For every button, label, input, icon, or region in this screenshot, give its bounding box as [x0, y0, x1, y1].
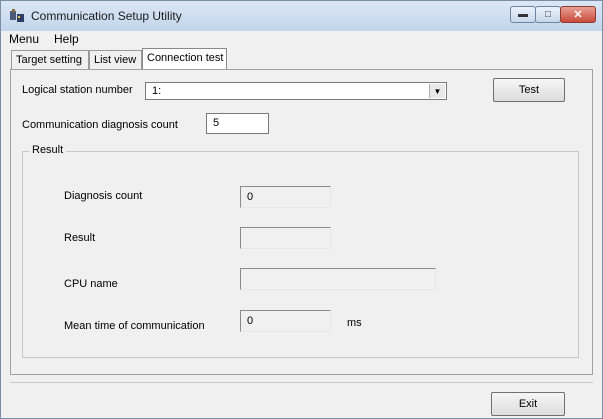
maximize-icon: □ — [544, 9, 552, 20]
app-window: Communication Setup Utility ▬ □ ✕ Menu H… — [0, 0, 603, 419]
diag-count-input[interactable]: 5 — [206, 113, 269, 134]
tab-connection-test[interactable]: Connection test — [142, 48, 227, 69]
exit-button[interactable]: Exit — [491, 392, 565, 416]
diag-count-label: Communication diagnosis count — [22, 119, 178, 131]
tab-target-setting[interactable]: Target setting — [11, 50, 89, 69]
mean-time-field: 0 — [240, 310, 331, 332]
mean-time-label: Mean time of communication — [64, 320, 205, 332]
window-title: Communication Setup Utility — [31, 9, 182, 23]
logical-station-value: 1: — [152, 85, 162, 97]
caption-buttons: ▬ □ ✕ — [510, 6, 596, 25]
minimize-button[interactable]: ▬ — [510, 6, 536, 23]
close-button[interactable]: ✕ — [560, 6, 596, 23]
title-bar[interactable]: Communication Setup Utility ▬ □ ✕ — [1, 1, 602, 31]
minimize-icon: ▬ — [518, 9, 528, 20]
dropdown-arrow-icon[interactable]: ▼ — [429, 84, 445, 98]
diagnosis-count-field: 0 — [240, 186, 331, 208]
result-label: Result — [64, 232, 96, 244]
menu-bar: Menu Help — [1, 31, 602, 48]
close-icon: ✕ — [573, 9, 583, 21]
diagnosis-count-label: Diagnosis count — [64, 190, 143, 202]
cpu-name-field — [240, 268, 436, 290]
logical-station-select[interactable]: 1: ▼ — [145, 82, 447, 100]
menu-item-menu[interactable]: Menu — [9, 32, 39, 46]
result-group-title: Result — [29, 144, 67, 156]
logical-station-label: Logical station number — [22, 84, 133, 96]
menu-item-help[interactable]: Help — [54, 32, 79, 46]
test-button[interactable]: Test — [493, 78, 565, 102]
mean-time-unit: ms — [347, 317, 362, 329]
app-icon — [10, 9, 24, 22]
cpu-name-label: CPU name — [64, 278, 118, 290]
result-field — [240, 227, 331, 249]
maximize-button[interactable]: □ — [535, 6, 561, 23]
footer-divider — [10, 382, 593, 383]
tab-list-view[interactable]: List view — [89, 50, 142, 69]
